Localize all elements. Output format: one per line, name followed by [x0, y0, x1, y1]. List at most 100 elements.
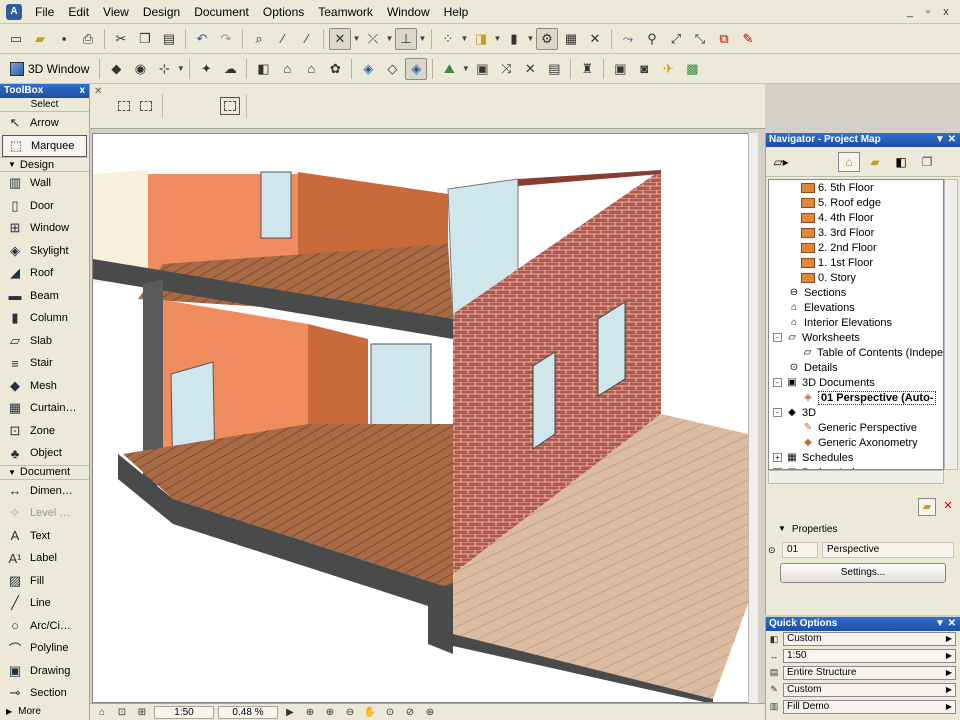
document-group-header[interactable]: ▼ Document — [0, 464, 89, 480]
snapshot-icon[interactable]: ◙ — [633, 58, 655, 80]
zoom-view-icon[interactable]: ⊞ — [134, 706, 150, 719]
delete-icon[interactable]: ✕ — [939, 498, 957, 516]
guide-lines-icon[interactable]: ⤫ — [362, 28, 384, 50]
new-folder-icon[interactable]: ▰ — [918, 498, 936, 516]
cancel-icon[interactable]: ✕ — [584, 28, 606, 50]
restore-icon[interactable]: ▫ — [920, 5, 936, 19]
tree-item[interactable]: 0. Story — [769, 270, 943, 285]
chevron-down-icon[interactable]: ▼ — [493, 34, 502, 43]
viewport-scrollbar[interactable] — [748, 133, 758, 703]
project-map-tab[interactable]: ⌂ — [838, 151, 860, 172]
3d-window-button[interactable]: 3D Window — [4, 58, 95, 80]
quick-option-dropdown[interactable]: 1:50 ▶ — [783, 649, 956, 664]
walk-icon[interactable]: ✦ — [195, 58, 217, 80]
3d-document-icon[interactable]: ▤ — [543, 58, 565, 80]
redo-icon[interactable]: ↷ — [215, 28, 237, 50]
render-settings-icon[interactable]: ✿ — [324, 58, 346, 80]
3d-viewport[interactable] — [92, 133, 756, 703]
tree-item[interactable]: ⊙ Details — [769, 360, 943, 375]
gravity-icon[interactable]: ✕ — [329, 27, 351, 50]
cut-plane-icon[interactable]: ◧ — [252, 58, 274, 80]
tool-object[interactable]: ♣ Object — [0, 442, 89, 465]
view-name-field[interactable]: Perspective — [822, 542, 954, 558]
inject-icon[interactable]: ⁄ — [296, 28, 318, 50]
marquee-all-stories-icon[interactable] — [140, 101, 152, 111]
axis-icon[interactable]: ⊹ — [153, 58, 175, 80]
print-icon[interactable]: ⎙ — [77, 28, 99, 50]
publisher-tab[interactable]: ❐ — [916, 152, 938, 172]
quick-option-dropdown[interactable]: Custom ▶ — [783, 632, 956, 647]
minimize-icon[interactable]: _ — [902, 5, 918, 19]
properties-header[interactable]: ▼ Properties — [778, 524, 838, 535]
tool-polyline[interactable]: ⌒ Polyline — [0, 637, 89, 660]
zoom-in-icon[interactable]: ⊕ — [302, 706, 318, 719]
next-zoom-icon[interactable]: ⊛ — [422, 706, 438, 719]
chevron-down-icon[interactable]: ▼ — [176, 64, 185, 73]
menu-teamwork[interactable]: Teamwork — [311, 1, 380, 23]
marquee-3d-icon[interactable]: ▣ — [471, 58, 493, 80]
tool-zone[interactable]: ⊡ Zone — [0, 420, 89, 443]
undo-icon[interactable]: ↶ — [191, 28, 213, 50]
grid-snap-icon[interactable]: ⁘ — [437, 28, 459, 50]
tool-marquee[interactable]: ⬚ Marquee — [2, 134, 87, 157]
view-map-tab[interactable]: ▰ — [864, 152, 886, 172]
close-icon[interactable]: x — [938, 5, 954, 19]
tree-item[interactable]: - ▱ Worksheets — [769, 330, 943, 345]
tree-item[interactable]: 4. 4th Floor — [769, 210, 943, 225]
menu-options[interactable]: Options — [256, 1, 311, 23]
panel-controls[interactable]: ▼ ✕ — [935, 617, 956, 631]
quick-option-dropdown[interactable]: Entire Structure ▶ — [783, 665, 956, 680]
tool-wall[interactable]: ▥ Wall — [0, 172, 89, 195]
tool-line[interactable]: ╱ Line — [0, 592, 89, 615]
close-icon[interactable]: x — [79, 84, 85, 98]
quick-option-dropdown[interactable]: Custom ▶ — [783, 682, 956, 697]
pick-up-icon[interactable]: ⁄ — [272, 28, 294, 50]
quick-option-dropdown[interactable]: Fill Demo ▶ — [783, 699, 956, 714]
tree-item[interactable]: - ▣ 3D Documents — [769, 375, 943, 390]
find-select-icon[interactable]: ⌕ — [248, 28, 270, 50]
pen-icon[interactable]: ▮ — [503, 28, 525, 50]
tree-item[interactable]: 2. 2nd Floor — [769, 240, 943, 255]
more-tools-button[interactable]: ▶ More — [0, 705, 89, 719]
close-icon[interactable]: ✕ — [94, 86, 102, 97]
menu-edit[interactable]: Edit — [61, 1, 96, 23]
tool-roof[interactable]: ◢ Roof — [0, 262, 89, 285]
fly-through-icon[interactable]: ✈ — [657, 58, 679, 80]
tool-level-dimension[interactable]: ✧ Level … — [0, 502, 89, 525]
3d-cutaway-icon[interactable]: ✕ — [519, 58, 541, 80]
brush-icon[interactable]: ✎ — [737, 28, 759, 50]
zoom-out-icon[interactable]: ⊖ — [342, 706, 358, 719]
suspend-groups-icon[interactable]: ⚙ — [536, 27, 558, 50]
tree-item[interactable]: + ▦ Schedules — [769, 450, 943, 465]
snap-icon[interactable]: ⊥ — [395, 27, 417, 50]
tool-drawing[interactable]: ▣ Drawing — [0, 660, 89, 683]
menu-help[interactable]: Help — [437, 1, 476, 23]
previous-zoom-icon[interactable]: ⊘ — [402, 706, 418, 719]
house-shaded-icon[interactable]: ⌂ — [300, 58, 322, 80]
collapse-icon[interactable]: - — [773, 378, 782, 387]
tool-label[interactable]: A¹ Label — [0, 547, 89, 570]
zoom-field[interactable]: 0.48 % — [218, 705, 278, 719]
marquee-rectangle-icon[interactable] — [220, 97, 240, 115]
fit-window-icon[interactable]: ⊡ — [114, 706, 130, 719]
table-icon[interactable]: ▦ — [560, 28, 582, 50]
tool-slab[interactable]: ▱ Slab — [0, 330, 89, 353]
menu-document[interactable]: Document — [187, 1, 256, 23]
tool-beam[interactable]: ▬ Beam — [0, 285, 89, 308]
chevron-down-icon[interactable]: ▼ — [352, 34, 361, 43]
chevron-down-icon[interactable]: ▼ — [461, 64, 470, 73]
cut-icon[interactable]: ✂ — [110, 28, 132, 50]
tool-curtain-wall[interactable]: ▦ Curtain… — [0, 397, 89, 420]
tool-stair[interactable]: ≡ Stair — [0, 352, 89, 375]
wireframe-icon[interactable]: ◈ — [357, 58, 379, 80]
menu-file[interactable]: File — [28, 1, 61, 23]
paste-icon[interactable]: ▤ — [158, 28, 180, 50]
tree-item[interactable]: 3. 3rd Floor — [769, 225, 943, 240]
copy-paste-icon[interactable]: ⧉ — [713, 28, 735, 50]
sun-icon[interactable]: ⛰ — [438, 58, 460, 80]
tree-item[interactable]: ⌂ Elevations — [769, 300, 943, 315]
house-icon[interactable]: ⌂ — [276, 58, 298, 80]
3d-navigation-icon[interactable]: ⌂ — [94, 706, 110, 719]
tool-section[interactable]: ⊸ Section — [0, 682, 89, 705]
tree-horizontal-scrollbar[interactable] — [768, 470, 944, 484]
